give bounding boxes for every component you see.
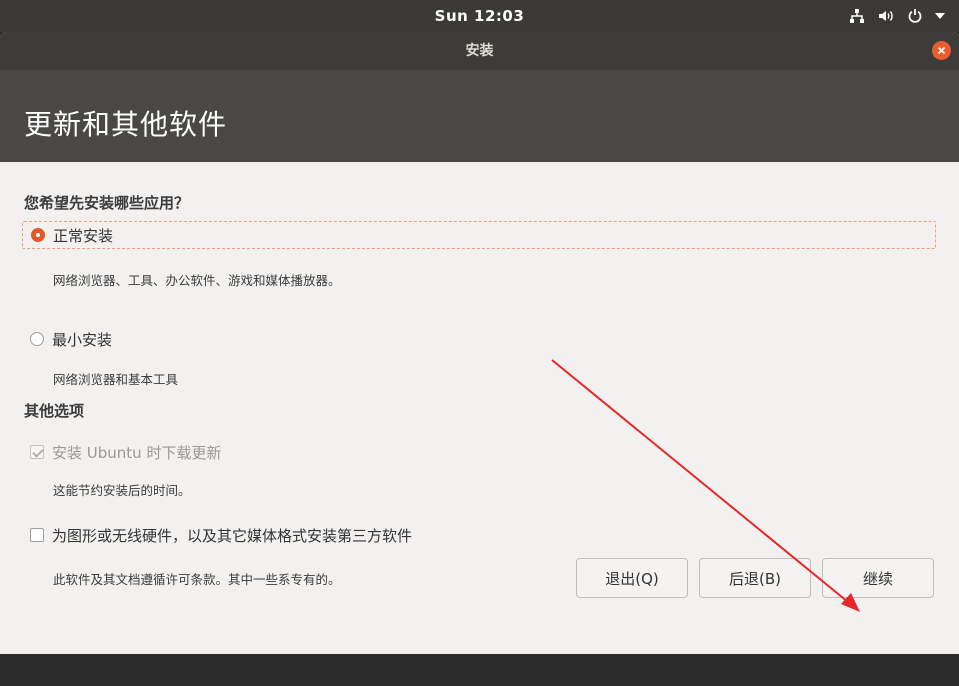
network-icon[interactable] [849,8,865,24]
window-titlebar[interactable]: 安装 [0,32,959,70]
download-updates-checkbox: 安装 Ubuntu 时下载更新 [22,438,221,466]
third-party-software-description: 此软件及其文档遵循许可条款。其中一些系专有的。 [53,572,341,587]
back-button[interactable]: 后退(B) [699,558,811,598]
installer-window: 安装 更新和其他软件 您希望先安装哪些应用？ 正常安装 网络浏览器、工具、办公软… [0,32,959,654]
minimal-install-radio[interactable]: 最小安装 [22,325,112,353]
radio-button-checked[interactable] [31,228,45,242]
page-title: 更新和其他软件 [24,108,228,141]
quit-button[interactable]: 退出(Q) [576,558,688,598]
minimal-install-label[interactable]: 最小安装 [52,329,112,350]
close-icon [937,46,946,55]
page-header: 更新和其他软件 [0,70,959,162]
normal-install-radio[interactable]: 正常安装 [22,221,936,249]
checkbox-checked-disabled [30,445,44,459]
continue-button[interactable]: 继续 [822,558,934,598]
checkbox-unchecked[interactable] [30,528,44,542]
window-title: 安装 [465,43,494,59]
normal-install-label[interactable]: 正常安装 [53,225,113,246]
other-options-heading: 其他选项 [24,402,85,420]
radio-button-unchecked[interactable] [30,332,44,346]
power-icon[interactable] [907,8,923,24]
system-indicators[interactable] [849,0,945,32]
volume-icon[interactable] [877,8,895,24]
install-type-heading: 您希望先安装哪些应用？ [24,194,190,212]
third-party-software-checkbox[interactable]: 为图形或无线硬件，以及其它媒体格式安装第三方软件 [22,521,412,549]
close-button[interactable] [932,41,951,60]
clock[interactable]: Sun 12:03 [0,0,959,32]
top-panel: Sun 12:03 [0,0,959,32]
download-updates-label: 安装 Ubuntu 时下载更新 [52,443,222,462]
chevron-down-icon[interactable] [935,12,945,20]
normal-install-description: 网络浏览器、工具、办公软件、游戏和媒体播放器。 [53,273,341,288]
desktop-bottom-band [0,654,959,686]
third-party-software-label[interactable]: 为图形或无线硬件，以及其它媒体格式安装第三方软件 [52,525,412,546]
minimal-install-description: 网络浏览器和基本工具 [53,372,179,387]
download-updates-description: 这能节约安装后的时间。 [53,483,191,498]
content-area: 您希望先安装哪些应用？ 正常安装 网络浏览器、工具、办公软件、游戏和媒体播放器。… [0,162,959,654]
